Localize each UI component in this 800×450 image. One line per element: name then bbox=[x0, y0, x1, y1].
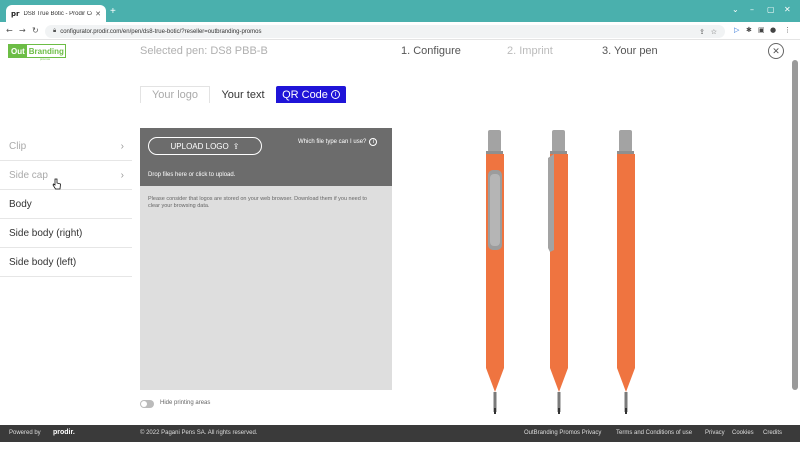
info-icon: i bbox=[369, 138, 378, 146]
sidebar-item-side-body-left[interactable]: Side body (left) bbox=[0, 248, 132, 277]
page-scrollbar[interactable] bbox=[792, 60, 798, 390]
sidebar-item-side-body-right[interactable]: Side body (right) bbox=[0, 219, 132, 248]
chevron-right-icon: › bbox=[120, 140, 124, 152]
pen-back-view bbox=[617, 130, 635, 414]
footer-link-terms[interactable]: Terms and Conditions of use bbox=[616, 430, 692, 436]
step-imprint[interactable]: 2. Imprint bbox=[507, 45, 553, 57]
copyright: © 2022 Pagani Pens SA. All rights reserv… bbox=[140, 430, 258, 436]
new-tab-icon[interactable]: + bbox=[110, 7, 116, 17]
footer: Powered by prodir. © 2022 Pagani Pens SA… bbox=[0, 425, 800, 442]
footer-link-outbranding-privacy[interactable]: OutBranding Promos Privacy bbox=[524, 430, 601, 436]
info-icon[interactable]: i bbox=[330, 90, 340, 99]
lock-icon[interactable]: 🔒︎ bbox=[53, 28, 56, 35]
step-your-pen[interactable]: 3. Your pen bbox=[602, 45, 658, 57]
footer-link-credits[interactable]: Credits bbox=[763, 430, 782, 436]
storage-note: Please consider that logos are stored on… bbox=[148, 196, 367, 209]
browser-tab[interactable]: pr DS8 True Botic - Prodir Configu... ✕ bbox=[6, 5, 106, 22]
powered-by-label: Powered by bbox=[9, 430, 41, 436]
puzzle-icon[interactable]: ✱ bbox=[746, 26, 752, 35]
browser-toolbar: ← → ↻ 🔒︎ configurator.prodir.com/en/pen/… bbox=[0, 22, 800, 40]
maximize-icon[interactable]: ▢ bbox=[767, 6, 775, 14]
sidebar-icon[interactable]: ▣ bbox=[758, 26, 765, 35]
file-type-help-label: Which file type can I use? bbox=[298, 139, 367, 145]
selected-pen-label: Selected pen: DS8 PBB-B bbox=[140, 45, 268, 57]
menu-icon[interactable]: ⋮ bbox=[784, 26, 791, 35]
forward-arrow-icon[interactable]: → bbox=[19, 26, 26, 35]
minimize-icon[interactable]: – bbox=[750, 6, 754, 14]
outbranding-logo[interactable]: Out Branding bbox=[8, 44, 66, 58]
sidebar-item-label: Side cap bbox=[9, 169, 48, 181]
back-arrow-icon[interactable]: ← bbox=[6, 26, 13, 35]
upload-dropzone-header[interactable]: UPLOAD LOGO ⇪ Which file type can I use?… bbox=[140, 128, 392, 186]
star-icon[interactable]: ☆ bbox=[711, 28, 717, 36]
upload-logo-label: UPLOAD LOGO bbox=[170, 141, 229, 151]
upload-icon: ⇪ bbox=[232, 141, 240, 151]
sidebar-item-label: Side body (right) bbox=[9, 227, 83, 239]
share-icon[interactable]: ⇪ bbox=[699, 28, 705, 36]
footer-link-privacy[interactable]: Privacy bbox=[705, 430, 725, 436]
footer-link-cookies[interactable]: Cookies bbox=[732, 430, 754, 436]
drop-hint: Drop files here or click to upload. bbox=[148, 172, 236, 178]
prodir-logo[interactable]: prodir. bbox=[53, 429, 75, 436]
tab-your-text[interactable]: Your text bbox=[212, 86, 274, 103]
tab-search-icon[interactable]: ⌄ bbox=[732, 6, 739, 14]
sidebar-item-side-cap[interactable]: Side cap › bbox=[0, 161, 132, 190]
url-text: configurator.prodir.com/en/pen/ds8-true-… bbox=[60, 28, 262, 35]
logo-subtitle: promos bbox=[40, 57, 51, 61]
step-configure[interactable]: 1. Configure bbox=[401, 45, 461, 57]
close-window-icon[interactable]: ✕ bbox=[784, 6, 791, 14]
prodir-favicon-icon: pr bbox=[11, 9, 20, 18]
pen-side-view bbox=[548, 130, 568, 414]
address-bar[interactable]: 🔒︎ configurator.prodir.com/en/pen/ds8-tr… bbox=[45, 25, 725, 38]
pen-front-view bbox=[486, 130, 504, 414]
file-type-help[interactable]: Which file type can I use? i bbox=[298, 138, 378, 146]
profile-icon[interactable]: ● bbox=[770, 26, 776, 35]
close-tab-icon[interactable]: ✕ bbox=[95, 10, 101, 18]
close-icon[interactable]: ✕ bbox=[768, 43, 784, 59]
sidebar-item-clip[interactable]: Clip › bbox=[0, 132, 132, 161]
hide-printing-areas-label: Hide printing areas bbox=[160, 400, 211, 406]
extension-icon[interactable]: ▷ bbox=[734, 26, 739, 35]
tab-title: DS8 True Botic - Prodir Configu... bbox=[23, 10, 92, 17]
browser-tabstrip: pr DS8 True Botic - Prodir Configu... ✕ … bbox=[0, 0, 800, 22]
chevron-right-icon: › bbox=[120, 169, 124, 181]
hide-printing-areas-toggle[interactable] bbox=[140, 400, 154, 408]
sidebar-item-label: Clip bbox=[9, 140, 27, 152]
upload-logo-button[interactable]: UPLOAD LOGO ⇪ bbox=[148, 137, 262, 155]
reload-icon[interactable]: ↻ bbox=[32, 26, 39, 35]
sidebar-item-label: Body bbox=[9, 198, 32, 210]
tab-qr-code[interactable]: QR Code i bbox=[276, 86, 346, 103]
tab-qr-code-label: QR Code bbox=[282, 88, 328, 101]
sidebar-item-body[interactable]: Body bbox=[0, 190, 132, 219]
upload-dropzone[interactable]: Please consider that logos are stored on… bbox=[140, 186, 392, 390]
hand-cursor-icon bbox=[52, 178, 61, 190]
sidebar-item-label: Side body (left) bbox=[9, 256, 77, 268]
tab-your-logo[interactable]: Your logo bbox=[140, 86, 210, 103]
